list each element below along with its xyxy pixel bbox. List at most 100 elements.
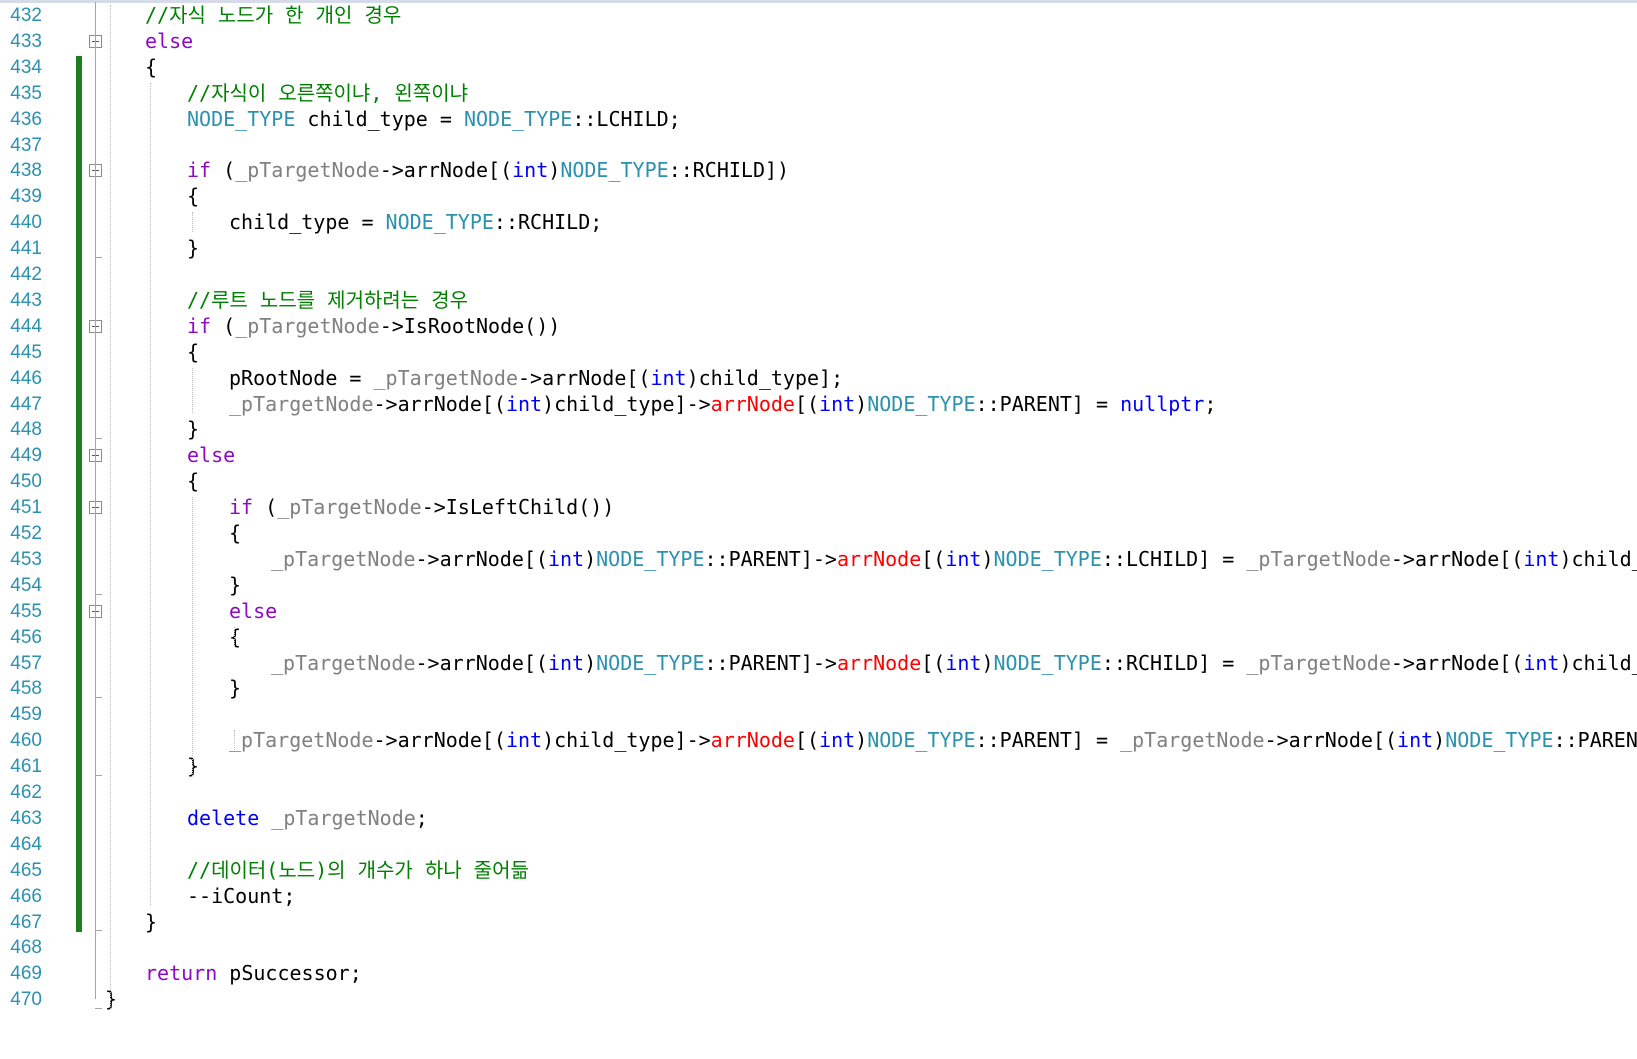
code-line-435[interactable]: 435 //자식이 오른쪽이냐, 왼쪽이냐 (0, 80, 1637, 107)
code-token: pRootNode = (229, 365, 374, 390)
code-line-466[interactable]: 466 --iCount; (0, 883, 1637, 910)
code-line-447[interactable]: 447 _pTargetNode->arrNode[(int)child_type… (0, 391, 1637, 418)
code-text[interactable]: } (145, 909, 157, 936)
code-line-451[interactable]: 451 if (_pTargetNode->IsLeftChild()) (0, 494, 1637, 521)
code-token: --iCount; (187, 883, 296, 908)
code-text[interactable]: _pTargetNode->arrNode[(int)child_type]->… (229, 391, 1216, 418)
type-token: NODE_TYPE (385, 210, 494, 235)
line-number: 464 (10, 833, 42, 855)
code-text[interactable]: //루트 노드를 제거하려는 경우 (187, 287, 468, 314)
keyword-token: int (547, 650, 585, 675)
code-line-452[interactable]: 452 { (0, 520, 1637, 547)
code-line-441[interactable]: 441} (0, 235, 1637, 262)
code-text[interactable]: //자식이 오른쪽이냐, 왼쪽이냐 (187, 80, 468, 107)
code-token: ->arrNode[( (415, 650, 548, 675)
code-text[interactable]: } (105, 986, 117, 1013)
code-line-463[interactable]: 463 delete _pTargetNode; (0, 805, 1637, 832)
code-line-448[interactable]: 448} (0, 416, 1637, 443)
code-token: } (187, 417, 200, 442)
code-line-446[interactable]: 446 pRootNode = _pTargetNode->arrNode[(in… (0, 365, 1637, 392)
code-text[interactable]: { (145, 54, 157, 81)
code-line-443[interactable]: 443 //루트 노드를 제거하려는 경우 (0, 287, 1637, 314)
code-line-437[interactable]: 437 (0, 132, 1637, 159)
code-text[interactable]: --iCount; (187, 883, 295, 910)
code-line-457[interactable]: 457 _pTargetNode->arrNode[(int)NODE_TYPE:… (0, 650, 1637, 677)
line-number: 449 (10, 445, 42, 467)
code-token: { (187, 184, 200, 209)
code-line-440[interactable]: 440 child_type = NODE_TYPE::RCHILD; (0, 209, 1637, 236)
code-editor[interactable]: 432 //자식 노드가 한 개인 경우 433 else 434 {435 //자식이 오… (0, 2, 1637, 1059)
code-token: { (229, 521, 242, 545)
code-line-468[interactable]: 468 (0, 934, 1637, 961)
code-text[interactable]: delete _pTargetNode; (187, 805, 428, 832)
line-number: 433 (10, 30, 42, 52)
line-number: 456 (10, 626, 42, 648)
code-line-469[interactable]: 469 return pSuccessor; (0, 960, 1637, 987)
code-text[interactable]: } (187, 416, 199, 443)
code-text[interactable]: else (187, 442, 235, 469)
code-line-458[interactable]: 458} (0, 675, 1637, 702)
code-line-465[interactable]: 465 //데이터(노드)의 개수가 하나 줄어듦 (0, 857, 1637, 884)
code-line-456[interactable]: 456 { (0, 624, 1637, 651)
code-text[interactable]: else (145, 28, 193, 55)
code-text[interactable]: //데이터(노드)의 개수가 하나 줄어듦 (187, 857, 529, 884)
code-line-461[interactable]: 461} (0, 753, 1637, 780)
code-text[interactable]: _pTargetNode->arrNode[(int)NODE_TYPE::PA… (271, 650, 1637, 677)
code-line-455[interactable]: 455 else (0, 598, 1637, 625)
code-line-449[interactable]: 449 else (0, 442, 1637, 469)
code-line-454[interactable]: 454} (0, 572, 1637, 599)
code-line-436[interactable]: 436 NODE_TYPE child_type = NODE_TYPE::LCH… (0, 106, 1637, 133)
code-line-464[interactable]: 464 (0, 831, 1637, 858)
code-token: { (187, 469, 200, 494)
code-line-467[interactable]: 467} (0, 909, 1637, 936)
code-line-444[interactable]: 444 if (_pTargetNode->IsRootNode()) (0, 313, 1637, 340)
code-text[interactable]: _pTargetNode->arrNode[(int)NODE_TYPE::PA… (271, 546, 1637, 573)
line-number: 445 (10, 341, 42, 363)
code-text[interactable]: } (229, 675, 241, 702)
code-text[interactable]: else (229, 598, 277, 625)
code-text[interactable]: pRootNode = _pTargetNode->arrNode[(int)c… (229, 365, 843, 392)
code-line-433[interactable]: 433 else (0, 28, 1637, 55)
code-line-470[interactable]: 470} (0, 986, 1637, 1013)
code-text[interactable]: } (187, 235, 199, 262)
code-text[interactable]: } (187, 753, 199, 780)
type-token: NODE_TYPE (463, 106, 573, 131)
code-token: ->arrNode[( (415, 546, 548, 571)
code-text[interactable]: _pTargetNode->arrNode[(int)child_type]->… (229, 727, 1637, 754)
code-token: child_type = (229, 210, 386, 235)
code-line-453[interactable]: 453 _pTargetNode->arrNode[(int)NODE_TYPE:… (0, 546, 1637, 573)
keyword-token: int (512, 158, 549, 183)
code-text[interactable]: child_type = NODE_TYPE::RCHILD; (229, 209, 602, 236)
code-line-459[interactable]: 459 (0, 701, 1637, 728)
code-text[interactable]: if (_pTargetNode->IsLeftChild()) (229, 494, 614, 521)
member-token: _pTargetNode (229, 728, 374, 753)
code-line-460[interactable]: 460 _pTargetNode->arrNode[(int)child_type… (0, 727, 1637, 754)
code-text[interactable]: { (229, 520, 241, 547)
code-text[interactable]: //자식 노드가 한 개인 경우 (145, 2, 401, 29)
code-text[interactable]: if (_pTargetNode->IsRootNode()) (187, 313, 560, 340)
code-text[interactable]: { (187, 183, 199, 210)
code-line-450[interactable]: 450 { (0, 468, 1637, 495)
code-token: ::PARENT] = (975, 728, 1121, 753)
code-text[interactable]: NODE_TYPE child_type = NODE_TYPE::LCHILD… (187, 106, 681, 133)
indent-guide (150, 82, 151, 906)
keyword-token: int (650, 365, 687, 390)
code-token: ->arrNode[( (1390, 546, 1524, 571)
code-line-462[interactable]: 462 (0, 779, 1637, 806)
code-text[interactable]: { (187, 339, 199, 366)
keyword-token: int (1397, 728, 1434, 753)
code-line-445[interactable]: 445 { (0, 339, 1637, 366)
line-number: 439 (10, 186, 42, 208)
code-line-432[interactable]: 432 //자식 노드가 한 개인 경우 (0, 2, 1637, 29)
code-text[interactable]: { (229, 624, 241, 651)
code-line-438[interactable]: 438 if (_pTargetNode->arrNode[(int)NODE_T… (0, 157, 1637, 184)
code-line-442[interactable]: 442 (0, 261, 1637, 288)
code-line-434[interactable]: 434 { (0, 54, 1637, 81)
code-text[interactable]: return pSuccessor; (145, 960, 362, 987)
code-text[interactable]: if (_pTargetNode->arrNode[(int)NODE_TYPE… (187, 157, 789, 184)
code-text[interactable]: } (229, 572, 241, 599)
code-text[interactable]: { (187, 468, 199, 495)
code-line-439[interactable]: 439 { (0, 183, 1637, 210)
member-token: _pTargetNode (271, 546, 416, 571)
line-number: 446 (10, 367, 42, 389)
